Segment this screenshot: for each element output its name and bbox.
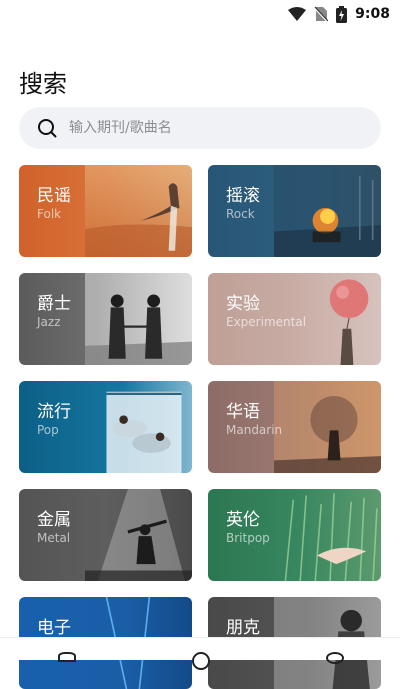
- genre-en-label: Metal: [37, 531, 71, 545]
- genre-en-label: Jazz: [37, 315, 61, 329]
- genre-card-pop[interactable]: 流行 Pop: [19, 381, 192, 473]
- page-title: 搜索: [19, 70, 67, 98]
- genre-en-label: Rock: [226, 207, 255, 221]
- status-bar: 9:08: [0, 0, 400, 28]
- no-sim-icon: [314, 6, 329, 22]
- genre-card-mandarin[interactable]: 华语 Mandarin: [208, 381, 381, 473]
- search-bar[interactable]: [19, 107, 381, 149]
- nav-icon-right[interactable]: [326, 652, 344, 664]
- genre-cn-label: 实验: [226, 294, 260, 314]
- genre-en-label: Pop: [37, 423, 59, 437]
- search-icon: [37, 118, 57, 138]
- pop-artwork: [106, 391, 182, 473]
- genre-card-rock[interactable]: 摇滚 Rock: [208, 165, 381, 257]
- wifi-icon: [288, 7, 307, 21]
- genre-cn-label: 民谣: [37, 186, 71, 206]
- bottom-navigation: [0, 637, 400, 670]
- nav-icon-left[interactable]: [58, 652, 76, 662]
- search-input[interactable]: [67, 119, 331, 137]
- genre-grid: 民谣 Folk 摇滚 Rock 爵士 Jazz 实验 Experimental …: [19, 165, 381, 689]
- nav-icon-center[interactable]: [192, 652, 210, 670]
- clock: 9:08: [355, 6, 390, 22]
- genre-card-britpop[interactable]: 英伦 Britpop: [208, 489, 381, 581]
- genre-en-label: Experimental: [226, 315, 307, 329]
- genre-cn-label: 流行: [37, 402, 71, 422]
- genre-en-label: Britpop: [226, 531, 270, 545]
- genre-cn-label: 金属: [37, 510, 71, 530]
- genre-cn-label: 爵士: [37, 294, 71, 314]
- genre-en-label: Mandarin: [226, 423, 283, 437]
- genre-cn-label: 电子: [37, 618, 71, 638]
- genre-cn-label: 华语: [226, 402, 260, 422]
- metal-artwork: [84, 489, 192, 581]
- genre-card-experimental[interactable]: 实验 Experimental: [208, 273, 381, 365]
- mandarin-artwork: [273, 381, 381, 473]
- battery-charging-icon: [336, 5, 348, 23]
- genre-cn-label: 英伦: [226, 510, 260, 530]
- genre-card-jazz[interactable]: 爵士 Jazz: [19, 273, 192, 365]
- genre-card-metal[interactable]: 金属 Metal: [19, 489, 192, 581]
- rock-artwork: [273, 165, 381, 257]
- genre-en-label: Folk: [37, 207, 62, 221]
- genre-cn-label: 朋克: [226, 618, 260, 638]
- folk-artwork: [84, 165, 192, 257]
- genre-card-folk[interactable]: 民谣 Folk: [19, 165, 192, 257]
- jazz-artwork: [84, 273, 192, 365]
- britpop-artwork: [284, 493, 378, 581]
- genre-cn-label: 摇滚: [226, 186, 260, 206]
